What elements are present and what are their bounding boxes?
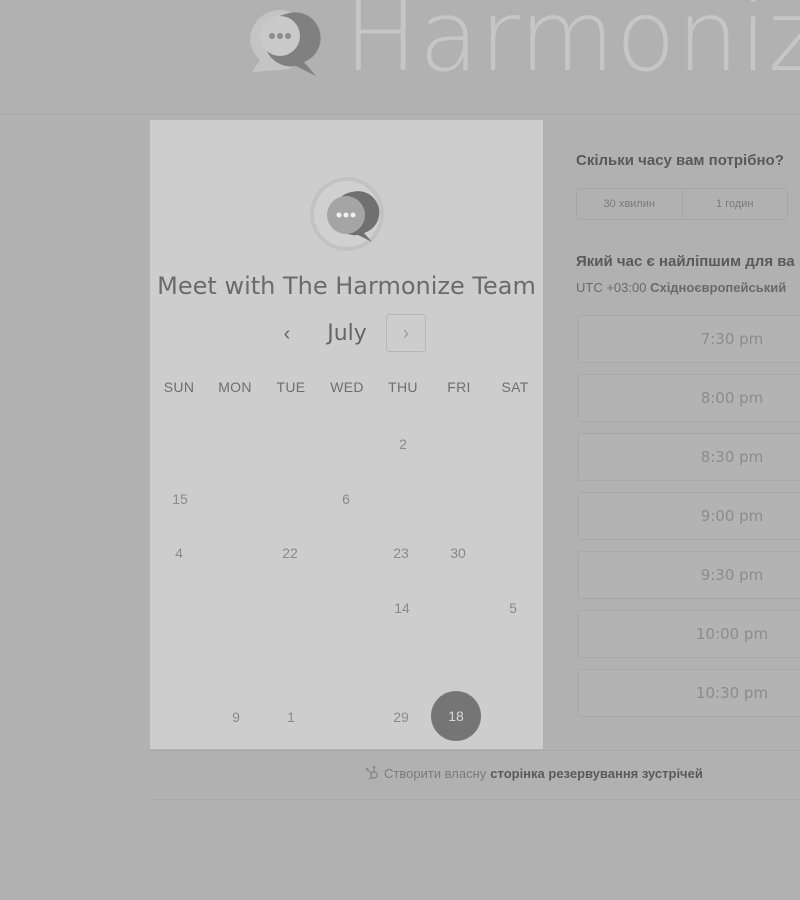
calendar-day[interactable]: 30 <box>438 543 478 563</box>
calendar-day[interactable]: 14 <box>382 598 422 618</box>
selected-calendar-day[interactable]: 18 <box>431 691 481 741</box>
sprocket-icon <box>365 765 378 780</box>
calendar-day[interactable]: 9 <box>216 707 256 727</box>
weekday-mon: MON <box>218 379 252 395</box>
time-slot[interactable]: 8:00 pm <box>578 374 800 422</box>
footer-prefix: Створити власну <box>384 765 487 781</box>
time-slot-label: 9:30 pm <box>700 566 764 584</box>
calendar-card: Meet with The Harmonize Team ‹ July › SU… <box>150 120 543 749</box>
duration-question: Скільки часу вам потрібно? <box>576 152 784 169</box>
calendar-day[interactable]: 23 <box>381 543 421 563</box>
time-slot-label: 10:00 pm <box>695 625 769 643</box>
footer-link-text: сторінка резервування зустрічей <box>490 765 703 781</box>
next-month-button[interactable]: › <box>386 314 426 352</box>
time-slot[interactable]: 10:30 pm <box>578 669 800 717</box>
weekday-fri: FRI <box>447 379 471 395</box>
weekday-sat: SAT <box>501 379 529 395</box>
month-navigation: ‹ July › <box>150 314 543 356</box>
calendar-day[interactable]: 29 <box>381 707 421 727</box>
time-slot[interactable]: 10:00 pm <box>578 610 800 658</box>
time-slot-label: 8:30 pm <box>700 448 764 466</box>
duration-1-hour-button[interactable]: 1 годин <box>681 189 788 219</box>
meeting-title: Meet with The Harmonize Team <box>157 272 536 300</box>
time-slot-label: 9:00 pm <box>700 507 764 525</box>
divider <box>0 114 800 115</box>
chat-bubble-logo-icon <box>310 177 384 251</box>
footer: Створити власну сторінка резервування зу… <box>150 750 800 800</box>
calendar-day[interactable]: 15 <box>160 489 200 509</box>
time-slot[interactable]: 7:30 pm <box>578 315 800 363</box>
weekday-header: SUN MON TUE WED THU FRI SAT <box>150 379 543 401</box>
time-slot-list: 7:30 pm 8:00 pm 8:30 pm 9:00 pm 9:30 pm … <box>578 315 800 728</box>
time-slot-label: 7:30 pm <box>700 330 764 348</box>
calendar-day[interactable]: 2 <box>383 434 423 454</box>
time-slot-label: 8:00 pm <box>700 389 764 407</box>
weekday-wed: WED <box>330 379 364 395</box>
time-slot-label: 10:30 pm <box>695 684 769 702</box>
time-slot[interactable]: 9:00 pm <box>578 492 800 540</box>
duration-selector: 30 хвилин 1 годин <box>576 188 788 220</box>
weekday-sun: SUN <box>163 379 195 395</box>
month-label: July <box>327 321 367 346</box>
previous-month-button[interactable]: ‹ <box>276 318 298 350</box>
brand-name: Harmoniz <box>344 0 800 94</box>
create-booking-page-link[interactable]: Створити власну сторінка резервування зу… <box>364 765 703 781</box>
duration-30-min-button[interactable]: 30 хвилин <box>577 189 682 219</box>
weekday-thu: THU <box>388 379 418 395</box>
calendar-day[interactable]: 4 <box>159 543 199 563</box>
timezone-offset: UTC +03:00 <box>576 280 651 295</box>
time-slot[interactable]: 9:30 pm <box>578 551 800 599</box>
chat-bubble-logo-icon <box>250 10 321 76</box>
time-slot[interactable]: 8:30 pm <box>578 433 800 481</box>
weekday-tue: TUE <box>276 379 306 395</box>
time-question: Який час є найліпшим для ва <box>576 253 795 270</box>
brand-header: Harmoniz <box>236 0 800 94</box>
calendar-day[interactable]: 6 <box>326 489 366 509</box>
calendar-day[interactable]: 1 <box>271 707 311 727</box>
calendar-day[interactable]: 5 <box>493 598 533 618</box>
timezone-name: Східноєвропейський <box>650 280 787 295</box>
timezone-line[interactable]: UTC +03:00 Східноєвропейський <box>576 280 786 295</box>
calendar-day[interactable]: 22 <box>270 543 310 563</box>
